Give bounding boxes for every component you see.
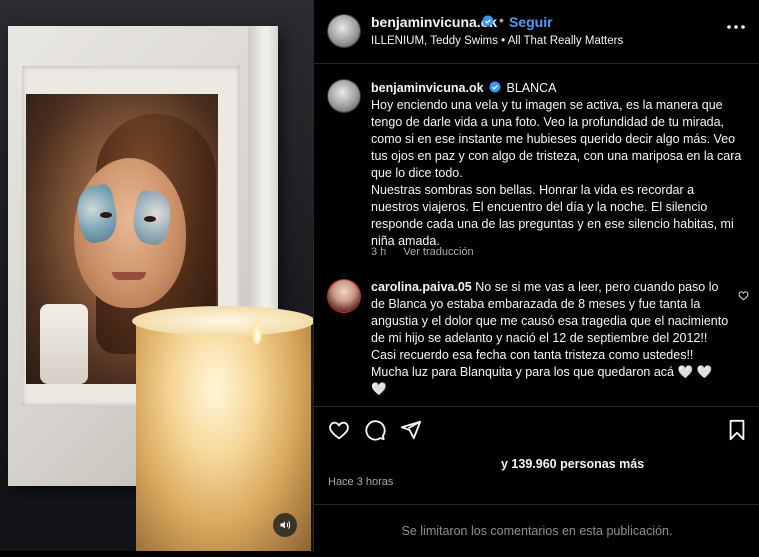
see-translation-link[interactable]: Ver traducción (403, 246, 473, 258)
sound-toggle-button[interactable] (273, 513, 297, 537)
volume-icon (280, 521, 291, 529)
comment: carolina.paiva.05 No se si me vas a leer… (371, 279, 731, 398)
verified-badge-icon (482, 15, 494, 27)
likes-count[interactable]: y 139.960 personas más (501, 457, 644, 471)
share-icon[interactable] (400, 419, 422, 441)
mouth (112, 272, 146, 280)
verified-badge-icon (489, 81, 501, 93)
caption: benjaminvicuna.ok BLANCA Hoy enciendo un… (371, 80, 745, 250)
caption-meta: 3 h Ver traducción (371, 246, 488, 258)
comments-limited-notice: Se limitaron los comentarios en esta pub… (314, 504, 759, 552)
post-header: benjaminvicuna.ok • Seguir ILLENIUM, Ted… (314, 0, 759, 64)
eye (100, 212, 112, 218)
bookmark-icon[interactable] (726, 419, 748, 441)
post-timestamp[interactable]: Hace 3 horas (328, 476, 393, 488)
audio-track-link[interactable]: ILLENIUM, Teddy Swims • All That Really … (371, 35, 623, 47)
caption-text: BLANCA Hoy enciendo una vela y tu imagen… (371, 81, 742, 248)
follow-button[interactable]: Seguir (509, 14, 553, 30)
caption-avatar[interactable] (328, 80, 360, 112)
username-link[interactable]: benjaminvicuna.ok (371, 14, 497, 30)
eye (144, 216, 156, 222)
heart-icon[interactable] (328, 419, 350, 441)
comment-icon[interactable] (364, 419, 386, 441)
comment-avatar[interactable] (328, 280, 360, 312)
more-options-icon[interactable] (726, 22, 746, 32)
comment-text: No se si me vas a leer, pero cuando paso… (371, 280, 729, 396)
avatar[interactable] (328, 15, 360, 47)
heart-icon[interactable] (738, 290, 749, 301)
action-bar (314, 406, 759, 453)
candle-flame (252, 318, 262, 344)
candle-rim (132, 306, 313, 336)
post-side-panel: benjaminvicuna.ok • Seguir ILLENIUM, Ted… (313, 0, 759, 551)
comment-username[interactable]: carolina.paiva.05 (371, 280, 472, 294)
separator-dot: • (499, 12, 504, 28)
post-image[interactable] (0, 0, 313, 551)
caption-time: 3 h (371, 246, 387, 258)
cup (40, 304, 88, 384)
caption-username[interactable]: benjaminvicuna.ok (371, 81, 484, 95)
